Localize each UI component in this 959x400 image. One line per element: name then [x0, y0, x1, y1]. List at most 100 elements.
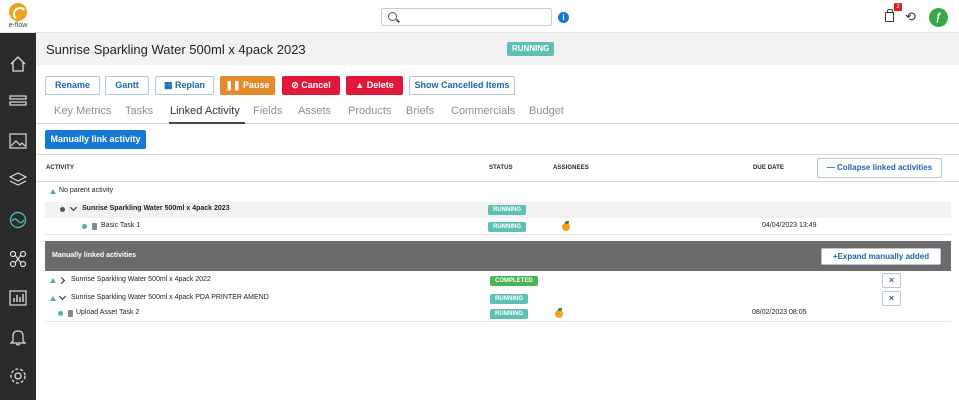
tab-fields[interactable]: Fields [253, 105, 282, 117]
layers-icon [9, 172, 27, 186]
manual-activity-row[interactable]: Sunrise Sparkling Water 500ml x 4pack 20… [45, 273, 951, 289]
remove-link-button[interactable]: × [882, 291, 901, 306]
gantt-label: Gantt [115, 80, 139, 90]
manually-linked-section-header: Manually linked activities +Expand manua… [45, 241, 951, 271]
sidebar-item-notifications[interactable] [0, 319, 36, 355]
eflow-logo[interactable]: e-flow [6, 3, 30, 29]
due-date: 04/04/2023 13:49 [762, 222, 817, 229]
sidebar-item-home[interactable] [0, 46, 36, 82]
status-badge: RUNNING [488, 205, 526, 215]
column-header-due-date: DUE DATE [753, 165, 785, 171]
search-input[interactable] [402, 10, 550, 24]
notification-badge: 2 [894, 3, 902, 11]
task-dot-icon [58, 311, 63, 316]
cancel-icon: ⊘ [291, 80, 302, 90]
manual-activity-row[interactable]: Sunrise Sparkling Water 500ml x 4pack PD… [45, 291, 951, 307]
activity-name[interactable]: Sunrise Sparkling Water 500ml x 4pack PD… [71, 294, 269, 301]
calendar-icon: ▦ [163, 80, 175, 90]
remove-link-button[interactable]: × [882, 273, 901, 288]
column-header-assignees: ASSIGNEES [553, 165, 589, 171]
expand-manually-added-button[interactable]: +Expand manually added [821, 248, 941, 265]
triangle-icon [50, 278, 56, 283]
sidebar-item-flow[interactable] [0, 202, 36, 238]
sidebar-item-network[interactable] [0, 241, 36, 277]
replan-button[interactable]: ▦ Replan [155, 76, 214, 95]
chevron-down-icon[interactable] [69, 203, 78, 212]
sidebar-item-list[interactable] [0, 83, 36, 119]
tab-bar: Key Metrics Tasks Linked Activity Fields… [36, 100, 959, 124]
status-badge: RUNNING [490, 294, 528, 304]
task-row[interactable]: Upload Asset Task 2 RUNNING 08/02/2023 0… [45, 306, 951, 322]
active-tab-indicator [169, 122, 245, 124]
user-avatar[interactable]: ƒ [929, 8, 948, 27]
bell-icon [9, 330, 27, 346]
sidebar-item-assets[interactable] [0, 123, 36, 159]
tab-assets[interactable]: Assets [298, 105, 331, 117]
search-icon [388, 12, 397, 21]
current-activity-row[interactable]: Sunrise Sparkling Water 500ml x 4pack 20… [45, 202, 951, 218]
top-bar: e-flow i 2 ⟲ ƒ [0, 0, 959, 33]
flow-icon [9, 211, 27, 229]
sidebar [0, 33, 36, 400]
status-badge: COMPLETED [490, 276, 538, 286]
tab-linked-activity[interactable]: Linked Activity [170, 105, 240, 117]
parent-activity-text: No parent activity [59, 187, 114, 194]
task-name[interactable]: Upload Asset Task 2 [76, 309, 139, 316]
tab-briefs[interactable]: Briefs [406, 105, 434, 117]
assignee-avatar-icon [562, 221, 570, 231]
home-icon [10, 56, 26, 72]
expand-label: Expand manually added [837, 252, 930, 261]
tab-tasks[interactable]: Tasks [125, 105, 153, 117]
collapse-linked-activities-button[interactable]: — Collapse linked activities [817, 158, 942, 178]
pause-label: Pause [243, 80, 270, 90]
delete-button[interactable]: ▲ Delete [346, 76, 403, 95]
pause-button[interactable]: ❚❚ Pause [220, 76, 275, 95]
delete-label: Delete [366, 80, 394, 90]
logo-text: e-flow [8, 22, 28, 29]
column-header-activity: ACTIVITY [46, 165, 75, 171]
list-icon [9, 95, 27, 106]
column-header-status: STATUS [489, 165, 513, 171]
show-cancelled-button[interactable]: Show Cancelled Items [409, 76, 515, 95]
image-icon [9, 133, 27, 149]
chevron-down-icon[interactable] [58, 292, 67, 301]
triangle-icon [50, 189, 56, 194]
gantt-button[interactable]: Gantt [105, 76, 149, 95]
collapse-label: Collapse linked activities [837, 163, 933, 172]
task-row[interactable]: Basic Task 1 RUNNING 04/04/2023 13:49 [45, 219, 951, 235]
manually-link-activity-button[interactable]: Manually link activity [45, 130, 146, 149]
triangle-icon [50, 296, 56, 301]
show-cancelled-label: Show Cancelled Items [414, 80, 510, 90]
history-icon[interactable]: ⟲ [905, 10, 918, 23]
eflow-logo-icon [9, 3, 27, 21]
rename-button[interactable]: Rename [45, 76, 100, 95]
assignee-avatar-icon [555, 308, 563, 318]
task-name[interactable]: Basic Task 1 [101, 222, 140, 229]
replan-label: Replan [175, 80, 206, 90]
chevron-right-icon[interactable] [57, 276, 66, 285]
search-box[interactable] [381, 8, 552, 26]
activity-dot-icon [60, 207, 65, 212]
document-icon [92, 223, 97, 230]
pause-icon: ❚❚ [225, 80, 244, 90]
warning-icon: ▲ [355, 80, 367, 90]
sidebar-item-settings[interactable] [0, 358, 36, 394]
section-title: Manually linked activities [52, 252, 137, 259]
shopping-bag-icon[interactable] [885, 9, 894, 22]
cancel-button[interactable]: ⊘ Cancel [282, 76, 340, 95]
tab-key-metrics[interactable]: Key Metrics [54, 105, 111, 117]
tab-commercials[interactable]: Commercials [451, 105, 515, 117]
divider [36, 154, 959, 155]
activity-name[interactable]: Sunrise Sparkling Water 500ml x 4pack 20… [71, 276, 211, 283]
tab-budget[interactable]: Budget [529, 105, 564, 117]
task-dot-icon [82, 224, 87, 229]
sidebar-item-layers[interactable] [0, 162, 36, 198]
divider [36, 181, 959, 182]
parent-activity-row: No parent activity [45, 184, 951, 200]
document-icon [68, 310, 73, 317]
info-icon[interactable]: i [558, 12, 569, 23]
sidebar-item-reports[interactable] [0, 280, 36, 316]
tab-products[interactable]: Products [348, 105, 391, 117]
activity-name: Sunrise Sparkling Water 500ml x 4pack 20… [82, 205, 230, 212]
network-icon [9, 250, 27, 268]
